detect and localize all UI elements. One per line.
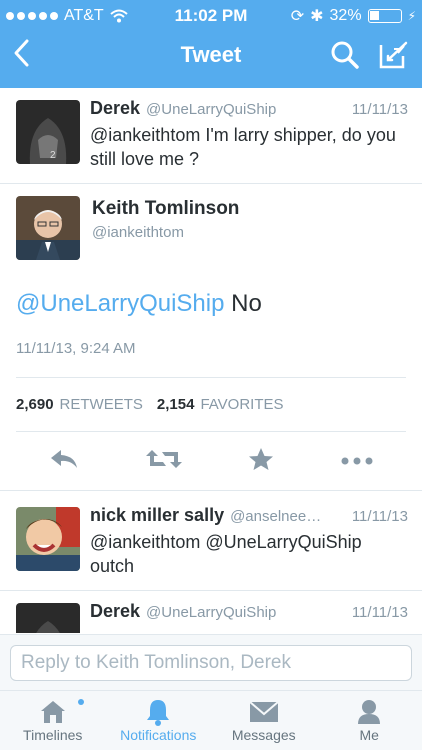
envelope-icon <box>249 701 279 722</box>
home-icon <box>40 701 65 723</box>
focus-tweet-text: @UneLarryQuiShip No <box>16 290 406 318</box>
tab-timelines[interactable]: Timelines <box>0 691 106 750</box>
tweet-content: Derek @UneLarryQuiShip 11/11/13 @iankeit… <box>90 98 408 171</box>
person-icon <box>358 700 381 724</box>
tab-bar: Timelines Notifications Messages Me <box>0 690 422 750</box>
tweet-text: @iankeithtom @UneLarryQuiShip outch <box>90 532 362 576</box>
reply-icon <box>51 449 78 468</box>
rotation-lock-icon: ⟳ <box>290 8 305 25</box>
avatar[interactable] <box>16 196 80 260</box>
focus-tweet-datetime: 11/11/13, 9:24 AM <box>16 340 406 378</box>
tweet-item[interactable]: 2 Derek @UneLarryQuiShip 11/11/13 @ianke… <box>0 88 422 184</box>
author-name[interactable]: nick miller sally <box>90 505 224 526</box>
avatar[interactable]: 2 <box>16 100 80 164</box>
author-handle[interactable]: @anselnee… <box>230 508 321 525</box>
favorites-label[interactable]: FAVORITES <box>200 396 283 413</box>
tweet-time: 11/11/13 <box>351 604 408 621</box>
retweet-icon <box>145 449 182 468</box>
tweet-content: nick miller sally @anselnee… 11/11/13 @i… <box>90 505 408 578</box>
focus-tweet-body: No <box>224 290 262 317</box>
tab-label: Messages <box>231 727 296 743</box>
tweet-actions <box>16 432 406 490</box>
compose-icon <box>379 41 408 69</box>
focus-author-names: Keith Tomlinson @iankeithtom <box>92 196 239 260</box>
bell-icon <box>147 700 170 726</box>
tweet-header: Derek @UneLarryQuiShip 11/11/13 <box>90 98 408 119</box>
tweet-item[interactable]: nick miller sally @anselnee… 11/11/13 @i… <box>0 491 422 591</box>
search-icon <box>331 41 359 69</box>
tweet-item[interactable]: Derek @UneLarryQuiShip 11/11/13 <box>0 591 422 633</box>
author-name[interactable]: Derek <box>90 98 140 119</box>
tab-label: Notifications <box>120 727 197 743</box>
battery-icon <box>367 9 402 23</box>
star-icon <box>249 447 274 470</box>
favorites-count[interactable]: 2,154 <box>157 396 195 413</box>
tab-notifications[interactable]: Notifications <box>106 691 212 750</box>
tweet-header: nick miller sally @anselnee… 11/11/13 <box>90 505 408 526</box>
more-icon <box>341 457 373 465</box>
status-right: ⟳ ✱ 32% ⚡ <box>291 6 416 26</box>
unread-dot <box>77 699 84 705</box>
tweet-time: 11/11/13 <box>351 101 408 118</box>
tab-label: Timelines <box>23 727 83 743</box>
tweet-header: Derek @UneLarryQuiShip 11/11/13 <box>90 601 408 622</box>
retweets-count[interactable]: 2,690 <box>16 396 54 413</box>
author-handle[interactable]: @iankeithtom <box>92 224 239 241</box>
tweet-stats: 2,690 RETWEETS 2,154 FAVORITES <box>16 378 406 432</box>
favorite-button[interactable] <box>248 447 274 476</box>
battery-label: 32% <box>329 7 362 24</box>
avatar[interactable] <box>16 603 80 633</box>
svg-text:2: 2 <box>50 150 56 161</box>
author-name[interactable]: Derek <box>90 601 140 622</box>
tweet-time: 11/11/13 <box>351 508 408 525</box>
tweet-content: Derek @UneLarryQuiShip 11/11/13 <box>90 601 408 622</box>
tweet-text: @iankeithtom I'm larry shipper, do you s… <box>90 125 396 169</box>
focus-tweet: Keith Tomlinson @iankeithtom @UneLarryQu… <box>0 184 422 491</box>
tweet-feed[interactable]: 2 Derek @UneLarryQuiShip 11/11/13 @ianke… <box>0 88 422 633</box>
search-button[interactable] <box>330 40 360 75</box>
author-name[interactable]: Keith Tomlinson <box>92 198 239 220</box>
more-button[interactable] <box>341 452 373 470</box>
charging-icon: ⚡ <box>407 9 416 23</box>
author-handle[interactable]: @UneLarryQuiShip <box>146 604 276 621</box>
tab-me[interactable]: Me <box>317 691 422 750</box>
retweet-button[interactable] <box>145 448 182 475</box>
reply-bar: Reply to Keith Tomlinson, Derek <box>0 634 422 690</box>
reply-button[interactable] <box>49 448 79 475</box>
status-bar: AT&T 11:02 PM ⟳ ✱ 32% ⚡ <box>0 0 422 32</box>
mention-link[interactable]: @UneLarryQuiShip <box>16 290 224 317</box>
nav-bar: Tweet <box>0 32 422 80</box>
reply-input[interactable]: Reply to Keith Tomlinson, Derek <box>10 645 412 681</box>
avatar[interactable] <box>16 507 80 571</box>
tab-label: Me <box>359 727 379 743</box>
retweets-label[interactable]: RETWEETS <box>60 396 143 413</box>
focus-author[interactable]: Keith Tomlinson @iankeithtom <box>16 196 406 260</box>
author-handle[interactable]: @UneLarryQuiShip <box>146 101 276 118</box>
tab-messages[interactable]: Messages <box>211 691 317 750</box>
bluetooth-icon: ✱ <box>310 8 324 25</box>
compose-button[interactable] <box>378 40 410 75</box>
top-bar: AT&T 11:02 PM ⟳ ✱ 32% ⚡ Tweet <box>0 0 422 88</box>
